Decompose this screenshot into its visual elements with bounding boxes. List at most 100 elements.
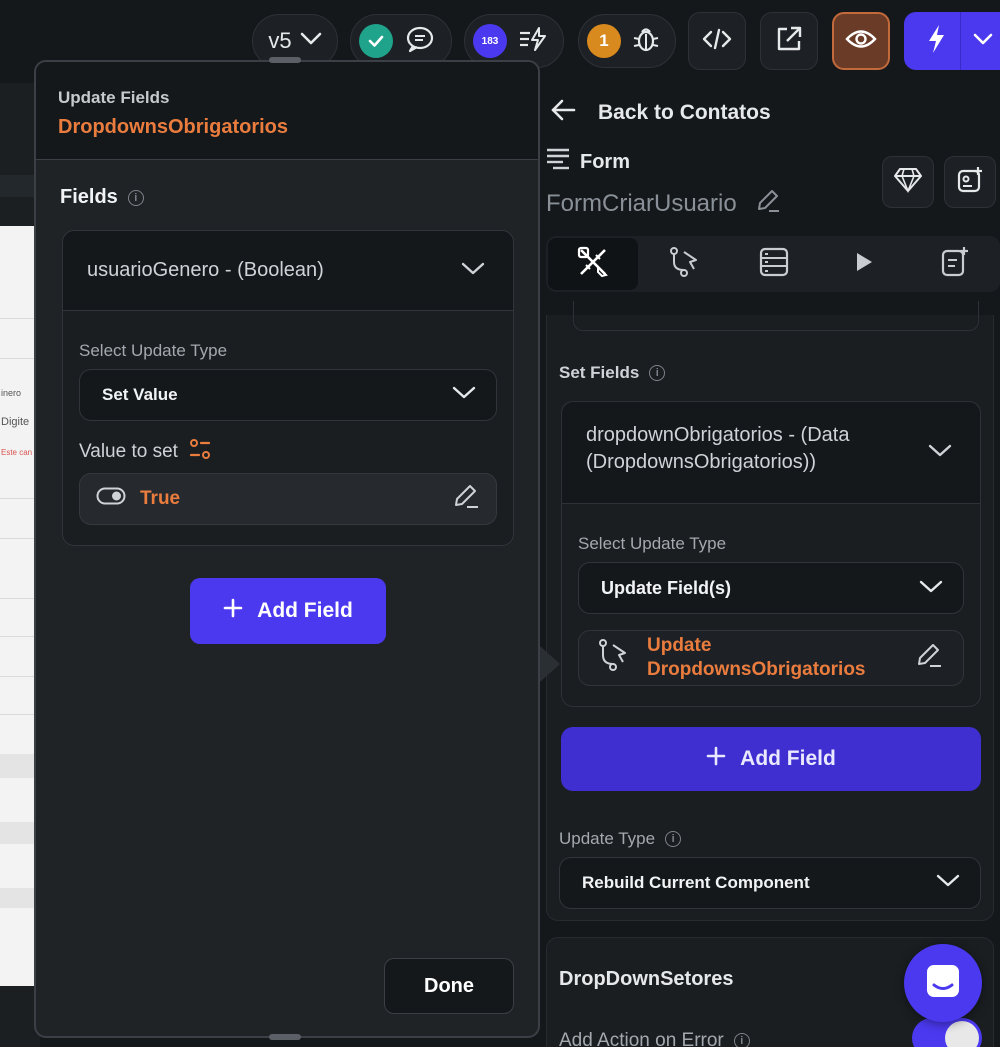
add-field-label: Add Field xyxy=(740,747,836,770)
back-link[interactable]: Back to Contatos xyxy=(550,99,771,127)
action-flow-icon xyxy=(597,638,629,678)
properties-tabs xyxy=(546,236,1000,292)
value-text: True xyxy=(140,488,181,509)
action-properties-scroll[interactable]: Set Fields i dropdownObrigatorios - (Dat… xyxy=(546,301,994,921)
check-icon[interactable] xyxy=(359,24,393,58)
update-type-value: Update Field(s) xyxy=(601,577,732,598)
open-external-button[interactable] xyxy=(760,12,818,70)
update-type-select[interactable]: Update Field(s) xyxy=(578,562,964,614)
tab-actions[interactable] xyxy=(638,238,728,290)
chevron-down-icon xyxy=(919,578,943,599)
chevron-down-icon xyxy=(300,32,322,51)
add-document-icon xyxy=(940,246,970,283)
widget-type-row: Form xyxy=(546,147,630,177)
add-widget-icon xyxy=(956,166,984,199)
value-to-set-label: Value to set xyxy=(79,441,178,462)
canvas-error-label: Este can xyxy=(1,448,33,457)
info-icon[interactable]: i xyxy=(665,831,682,847)
back-label: Back to Contatos xyxy=(598,101,771,124)
nested-action-content: Update DropdownsObrigatorios xyxy=(597,634,887,682)
tab-add-document[interactable] xyxy=(910,238,1000,290)
properties-panel: Back to Contatos Form FormCriarUsuario S… xyxy=(540,83,1000,1047)
add-field-button[interactable]: Add Field xyxy=(190,578,386,644)
chat-icon[interactable] xyxy=(405,25,435,58)
tab-animations[interactable] xyxy=(819,238,909,290)
database-icon xyxy=(759,247,789,282)
value-to-set-row: Value to set xyxy=(79,437,212,467)
chevron-down-icon[interactable] xyxy=(928,444,952,463)
update-type-label-row: Update Type i xyxy=(559,829,682,849)
update-fields-popover: Update Fields DropdownsObrigatorios Fiel… xyxy=(34,60,540,1038)
widget-name: FormCriarUsuario xyxy=(546,189,737,217)
fields-label-row: Fields i xyxy=(60,186,144,209)
set-fields-label: Set Fields xyxy=(559,363,640,382)
external-link-icon xyxy=(774,24,804,59)
value-input[interactable]: True xyxy=(79,473,497,525)
chevron-down-icon xyxy=(936,873,960,893)
bug-icon xyxy=(631,24,661,59)
add-field-button[interactable]: Add Field xyxy=(561,727,981,791)
canvas-divider xyxy=(0,358,38,359)
tab-properties[interactable] xyxy=(548,238,639,290)
tab-backend-query[interactable] xyxy=(729,238,819,290)
rebuild-type-select[interactable]: Rebuild Current Component xyxy=(559,857,981,909)
popover-resize-handle-bottom[interactable] xyxy=(269,1034,301,1040)
info-icon[interactable]: i xyxy=(649,365,666,381)
popover-resize-handle-top[interactable] xyxy=(269,57,301,63)
update-type-label: Update Type xyxy=(559,829,656,848)
nested-action-box[interactable]: Update DropdownsObrigatorios xyxy=(578,630,964,686)
widget-name-row[interactable]: FormCriarUsuario xyxy=(546,187,781,220)
pencil-icon[interactable] xyxy=(452,482,480,516)
canvas-page: inero Digite Este can xyxy=(0,226,38,986)
field-card: usuarioGenero - (Boolean) Select Update … xyxy=(62,230,514,546)
variable-options-icon[interactable] xyxy=(188,437,212,467)
lightning-icon xyxy=(926,24,946,59)
rebuild-type-value: Rebuild Current Component xyxy=(582,873,810,892)
add-action-on-error-toggle[interactable] xyxy=(912,1018,982,1047)
run-button[interactable] xyxy=(904,12,1000,70)
done-button[interactable]: Done xyxy=(384,958,514,1014)
plus-icon xyxy=(223,598,243,624)
chevron-down-icon[interactable] xyxy=(461,259,485,282)
popover-pointer xyxy=(540,646,560,682)
arrow-left-icon xyxy=(550,99,576,127)
canvas-band xyxy=(0,822,38,844)
plus-icon xyxy=(706,746,726,772)
add-action-on-error-label: Add Action on Error xyxy=(559,1030,724,1047)
support-chat-button[interactable] xyxy=(904,944,982,1022)
field-header[interactable]: usuarioGenero - (Boolean) xyxy=(63,231,513,311)
tools-icon xyxy=(576,245,610,284)
run-button-divider xyxy=(960,12,961,70)
canvas-divider xyxy=(0,498,38,499)
canvas-label: Digite xyxy=(1,416,30,428)
diamond-button[interactable] xyxy=(882,156,934,208)
info-icon[interactable]: i xyxy=(733,1033,750,1047)
update-type-value: Set Value xyxy=(102,385,178,404)
update-type-select[interactable]: Set Value xyxy=(79,369,497,421)
preview-button[interactable] xyxy=(832,12,890,70)
canvas-divider xyxy=(0,636,38,637)
fields-label: Fields xyxy=(60,186,118,208)
code-icon xyxy=(702,27,732,56)
chat-bubble-icon xyxy=(923,961,963,1006)
issues-group[interactable]: 1 xyxy=(578,14,676,68)
section-title: DropDownSetores xyxy=(559,968,734,990)
diamond-icon xyxy=(894,167,922,198)
pencil-icon[interactable] xyxy=(755,187,781,220)
code-button[interactable] xyxy=(688,12,746,70)
select-update-type-label: Select Update Type xyxy=(578,534,727,553)
add-widget-button[interactable] xyxy=(944,156,996,208)
set-field-card: dropdownObrigatorios - (Data (DropdownsO… xyxy=(561,401,981,707)
info-icon[interactable]: i xyxy=(127,189,144,206)
set-field-header[interactable]: dropdownObrigatorios - (Data (DropdownsO… xyxy=(562,402,980,504)
select-update-type-label: Select Update Type xyxy=(79,341,228,360)
warnings-count-badge: 183 xyxy=(473,24,507,58)
canvas-divider xyxy=(0,598,38,599)
play-icon xyxy=(853,250,875,279)
canvas-divider xyxy=(0,538,38,539)
chevron-down-icon[interactable] xyxy=(973,32,993,50)
popover-subtitle: Update Fields xyxy=(58,88,170,107)
pencil-icon[interactable] xyxy=(915,641,943,675)
issues-count-badge: 1 xyxy=(587,24,621,58)
form-icon xyxy=(546,147,570,177)
